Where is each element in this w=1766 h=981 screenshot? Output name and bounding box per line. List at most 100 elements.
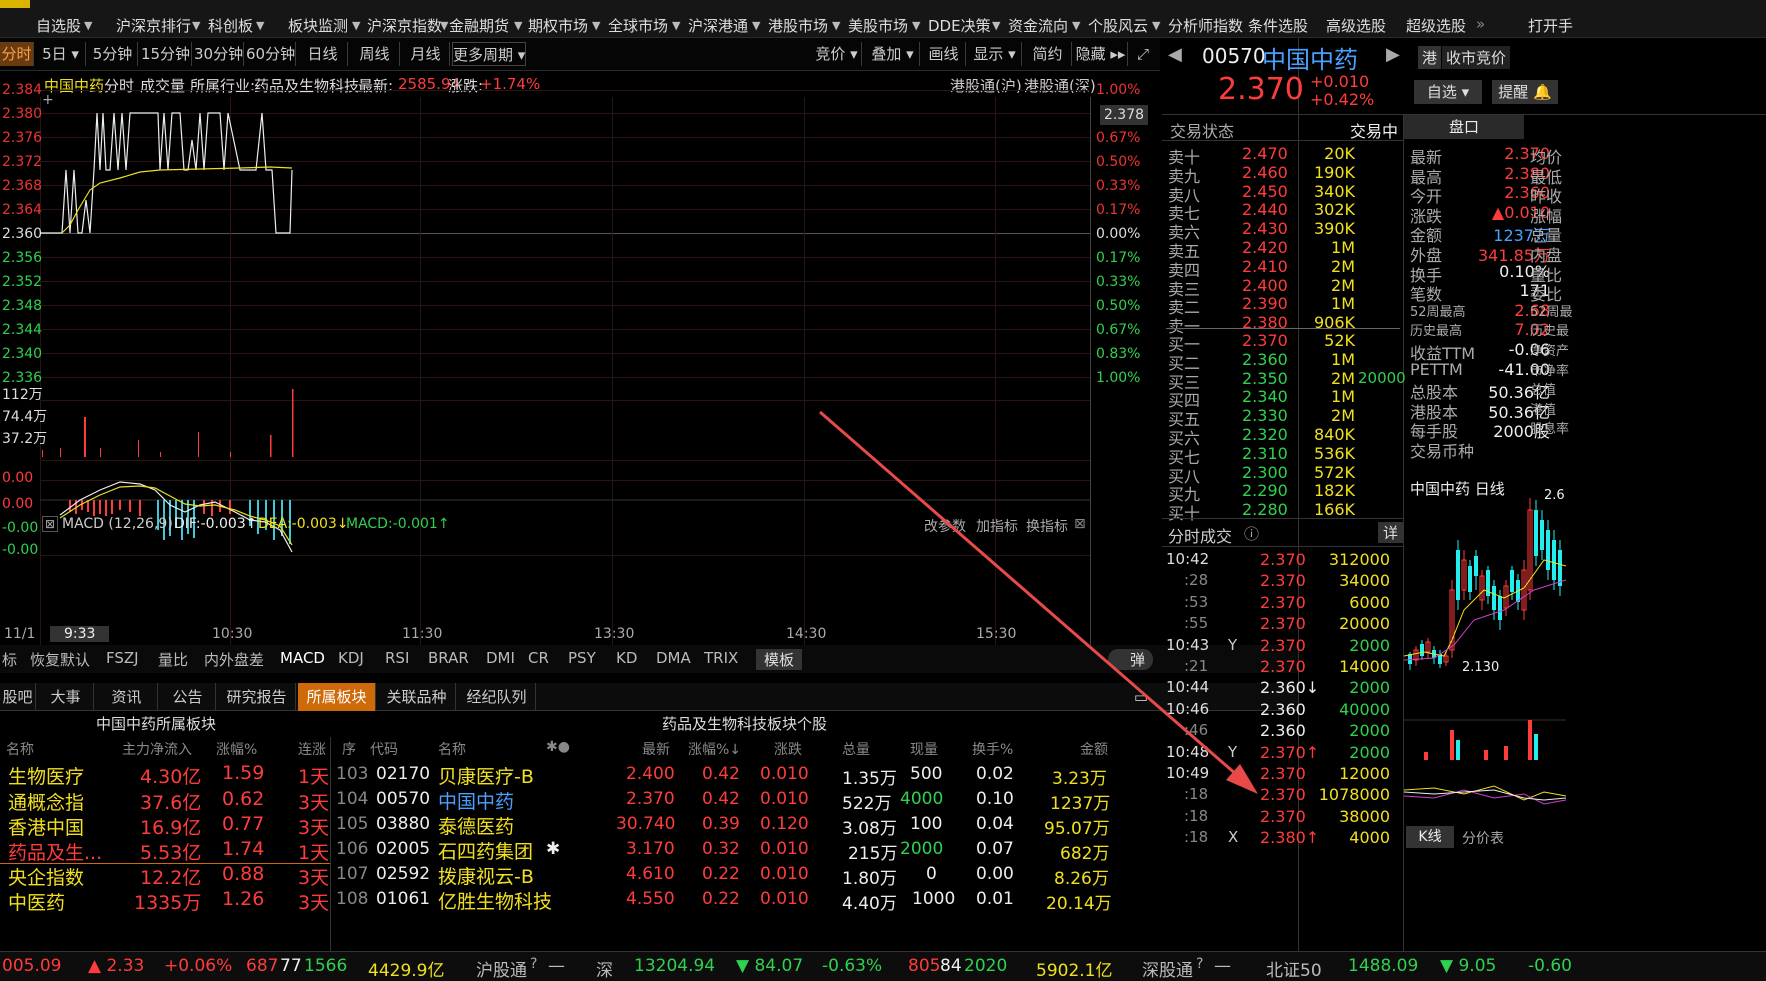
tick-price: 2.370 (1260, 806, 1306, 826)
tab-kline[interactable]: K线 (1406, 826, 1454, 848)
col-header[interactable]: 最新 (642, 739, 670, 759)
tab-orderbook[interactable]: 盘口 (1404, 115, 1524, 139)
indicator-tab[interactable]: CR (528, 649, 549, 667)
col-header[interactable]: 序 (342, 739, 356, 759)
col-header[interactable]: 金额 (1080, 739, 1108, 759)
macd-params-link[interactable]: 改参数 (924, 516, 966, 536)
nav-item[interactable]: 超级选股 (1406, 15, 1466, 37)
crosshair-plus-icon[interactable]: + (42, 92, 54, 108)
col-header[interactable]: 名称 (438, 739, 466, 759)
trade-status-label: 交易状态 (1170, 122, 1235, 141)
indicator-tab[interactable]: RSI (385, 649, 409, 667)
tab-related[interactable]: 关联品种 (378, 683, 456, 711)
time-cursor-label: 9:33 (50, 626, 110, 642)
nav-item[interactable]: 打开手 (1528, 15, 1573, 37)
chart-plot (40, 112, 1090, 553)
indicator-tab[interactable]: PSY (568, 649, 596, 667)
col-header[interactable]: 涨幅% (216, 739, 257, 759)
col-header[interactable]: 换手% (972, 739, 1013, 759)
level-price: 2.340 (1242, 387, 1288, 407)
indicator-tab[interactable]: BRAR (428, 649, 469, 667)
level-price: 2.290 (1242, 481, 1288, 501)
col-header[interactable]: 名称 (6, 739, 34, 759)
add-indicator-link[interactable]: 加指标 (976, 516, 1018, 536)
indicator-tab[interactable]: 量比 (158, 649, 188, 670)
tab-brokers[interactable]: 经纪队列 (458, 683, 536, 711)
level-price: 2.320 (1242, 425, 1288, 444)
ticks-detail-button[interactable]: 详 (1378, 522, 1404, 543)
level-price: 2.410 (1242, 256, 1288, 276)
tab-sectors[interactable]: 所属板块 (298, 683, 376, 711)
col-header[interactable]: 总量 (842, 739, 870, 759)
indicator-tab[interactable]: DMI (486, 649, 515, 667)
indicator-tab[interactable]: FSZJ (106, 649, 139, 667)
level-volume: 840K (1313, 425, 1355, 444)
level-volume: 20K (1324, 144, 1355, 163)
alert-button[interactable]: 提醒 🔔 (1492, 80, 1558, 104)
prev-stock-icon[interactable]: ◀ (1168, 44, 1182, 65)
tab-announcements[interactable]: 公告 (160, 683, 216, 711)
macd-value: MACD:-0.001↑ (346, 516, 450, 532)
table-row-selected[interactable]: 药品及生... 5.53亿 1.74 1天 (0, 838, 330, 864)
indicator-tab[interactable]: 恢复默认 (30, 649, 90, 670)
close-icon[interactable]: ⊠ (1074, 516, 1086, 532)
tick-price: 2.370 (1260, 592, 1306, 612)
help-icon[interactable]: ? (530, 956, 537, 972)
help-icon[interactable]: ? (1196, 956, 1203, 972)
col-header[interactable]: 主力净流入 (122, 739, 192, 759)
stat-label: 历史最高 (1410, 324, 1463, 340)
col-header[interactable]: 连涨 (298, 739, 326, 759)
level-volume: 340K (1313, 181, 1355, 201)
tab-research[interactable]: 研究报告 (218, 683, 296, 711)
col-header[interactable]: 代码 (370, 739, 398, 759)
stat-label: 港值 (1530, 402, 1557, 418)
indicator-tab[interactable]: KDJ (338, 649, 364, 667)
indicator-tab[interactable]: 标 (2, 649, 17, 670)
popup-toggle[interactable]: 弹 (1108, 649, 1154, 670)
tab-events[interactable]: 大事 (38, 683, 94, 711)
watchlist-button[interactable]: 自选 ▾ (1414, 80, 1482, 104)
col-header[interactable]: 现量 (910, 739, 938, 759)
indicator-tab[interactable]: DMA (656, 649, 691, 667)
tab-price-table[interactable]: 分价表 (1462, 828, 1504, 848)
tab-news[interactable]: 资讯 (96, 683, 158, 711)
status-bar: 005.09 ▲ 2.33 +0.06% 687 77 1566 4429.9亿… (0, 951, 1766, 981)
closing-auction-button[interactable]: 收市竞价 (1442, 46, 1511, 69)
nav-item[interactable]: 条件选股 (1248, 15, 1308, 37)
col-header[interactable]: ✱● (546, 739, 570, 755)
tick-time: :28 (1184, 571, 1209, 590)
tick-volume: 12000 (1339, 764, 1390, 783)
hk-badge: 港 (1418, 46, 1442, 69)
tick-flag: Y (1228, 635, 1238, 654)
tick-volume: 34000 (1339, 571, 1390, 591)
tab-forum[interactable]: 股吧 (0, 683, 36, 711)
info-icon[interactable]: ⓘ (1244, 523, 1259, 544)
tick-volume: 2000 (1349, 721, 1390, 741)
col-header[interactable]: 涨跌 (774, 739, 802, 759)
stat-label: 52周最 (1530, 304, 1573, 320)
level-change: 20000 (1358, 368, 1406, 387)
template-button[interactable]: 模板 (756, 649, 803, 670)
indicator-tab[interactable]: TRIX (704, 649, 738, 667)
time-label: 11/1 (4, 626, 36, 642)
swap-indicator-link[interactable]: 换指标 (1026, 516, 1068, 536)
next-stock-icon[interactable]: ▶ (1386, 44, 1400, 65)
nav-item[interactable]: 分析师指数 (1168, 15, 1243, 37)
macd-y-label: -0.00 (2, 542, 39, 558)
level-price: 2.390 (1242, 294, 1288, 314)
tick-price: 2.370 (1260, 785, 1306, 805)
time-label: 10:30 (212, 626, 253, 642)
macd-name: MACD (12,26,9) (62, 516, 173, 532)
indicator-tab-active[interactable]: MACD (280, 649, 325, 667)
panel-toggle-icon[interactable]: ▭ (1128, 683, 1154, 711)
more-nav-icon[interactable]: » (1476, 15, 1485, 37)
price-change: +0.010 (1310, 72, 1370, 91)
col-header[interactable]: 涨幅%↓ (688, 739, 741, 759)
nav-item[interactable]: 高级选股 (1326, 15, 1386, 37)
indicator-tab[interactable]: 内外盘差 (204, 649, 264, 670)
macd-toggle-icon[interactable]: ⊠ (42, 516, 59, 532)
indicator-tab[interactable]: KD (616, 649, 637, 667)
level-price: 2.400 (1242, 275, 1288, 295)
tick-time: :55 (1184, 614, 1209, 633)
stock-title: 中国中药 (1262, 46, 1358, 74)
